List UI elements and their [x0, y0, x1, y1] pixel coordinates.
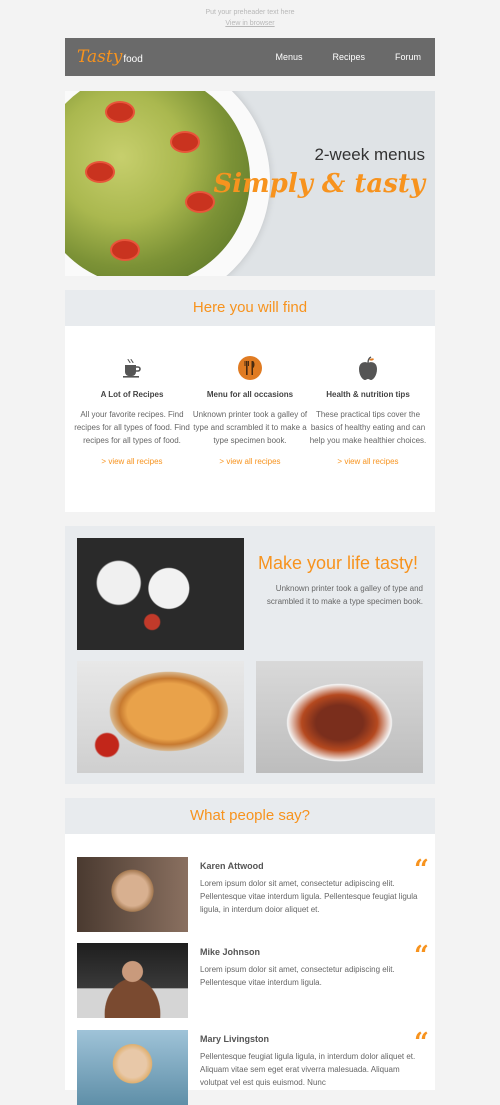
tomato-image: [105, 101, 135, 123]
view-all-recipes-link[interactable]: > view all recipes: [191, 457, 309, 466]
feature-title: A Lot of Recipes: [100, 390, 164, 399]
avatar: [77, 943, 188, 1018]
tasty-title: Make your life tasty!: [258, 553, 419, 573]
testimonial-text: Lorem ipsum dolor sit amet, consectetur …: [200, 879, 418, 914]
testimonial-name: Mike Johnson: [200, 947, 261, 957]
view-all-recipes-link[interactable]: > view all recipes: [73, 457, 191, 466]
people-title: What people say?: [189, 807, 311, 824]
logo-script: Tasty: [77, 47, 123, 67]
apple-icon: [309, 356, 427, 380]
tomato-image: [110, 239, 140, 261]
nav-menus[interactable]: Menus: [275, 52, 302, 62]
find-section-header: Here you will find: [65, 290, 435, 333]
avatar: [77, 1030, 188, 1105]
feature-title: Menu for all occasions: [206, 390, 294, 399]
meat-dish-image[interactable]: [256, 661, 423, 773]
testimonial-text: Pellentesque feugiat ligula ligula, in i…: [200, 1052, 416, 1087]
yogurt-berries-image[interactable]: [77, 538, 244, 650]
testimonial-name: Mary Livingston: [200, 1034, 270, 1044]
tomato-image: [85, 161, 115, 183]
view-all-recipes-link[interactable]: > view all recipes: [309, 457, 427, 466]
feature-title: Health & nutrition tips: [326, 390, 410, 399]
hero-title: Simply & tasty: [213, 169, 425, 199]
hero-banner[interactable]: 2-week menus Simply & tasty: [65, 91, 435, 276]
feature-column: Menu for all occasions Unknown printer t…: [191, 356, 309, 466]
main-nav: Menus Recipes Forum: [245, 52, 435, 62]
logo[interactable]: Tasty food: [65, 47, 143, 67]
feature-description: All your favorite recipes. Find recipes …: [74, 410, 190, 445]
cup-icon: [73, 356, 191, 380]
cutlery-icon: [191, 356, 309, 380]
testimonial-name: Karen Attwood: [200, 861, 264, 871]
nav-recipes[interactable]: Recipes: [332, 52, 365, 62]
find-title: Here you will find: [192, 299, 308, 316]
feature-description: These practical tips cover the basics of…: [309, 410, 427, 445]
avatar: [77, 857, 188, 932]
tasty-description: Unknown printer took a galley of type an…: [266, 584, 423, 606]
testimonial-text: Lorem ipsum dolor sit amet, consectetur …: [200, 965, 395, 987]
tomato-image: [170, 131, 200, 153]
preheader: Put your preheader text here View in bro…: [0, 0, 500, 30]
tomato-image: [185, 191, 215, 213]
testimonials: Karen Attwood “ Lorem ipsum dolor sit am…: [65, 834, 435, 1105]
view-in-browser-link[interactable]: View in browser: [0, 18, 500, 29]
find-section: A Lot of Recipes All your favorite recip…: [65, 326, 435, 512]
pizza-image[interactable]: [77, 661, 244, 773]
preheader-text: Put your preheader text here: [205, 9, 295, 16]
hero-subtitle: 2-week menus: [314, 145, 425, 164]
tasty-section: Make your life tasty! Unknown printer to…: [65, 526, 435, 784]
feature-column: Health & nutrition tips These practical …: [309, 356, 427, 466]
people-section-header: What people say?: [65, 798, 435, 841]
nav-forum[interactable]: Forum: [395, 52, 421, 62]
feature-description: Unknown printer took a galley of type an…: [192, 410, 308, 445]
header-bar: Tasty food Menus Recipes Forum: [65, 38, 435, 76]
feature-column: A Lot of Recipes All your favorite recip…: [73, 356, 191, 466]
logo-word: food: [123, 54, 143, 65]
